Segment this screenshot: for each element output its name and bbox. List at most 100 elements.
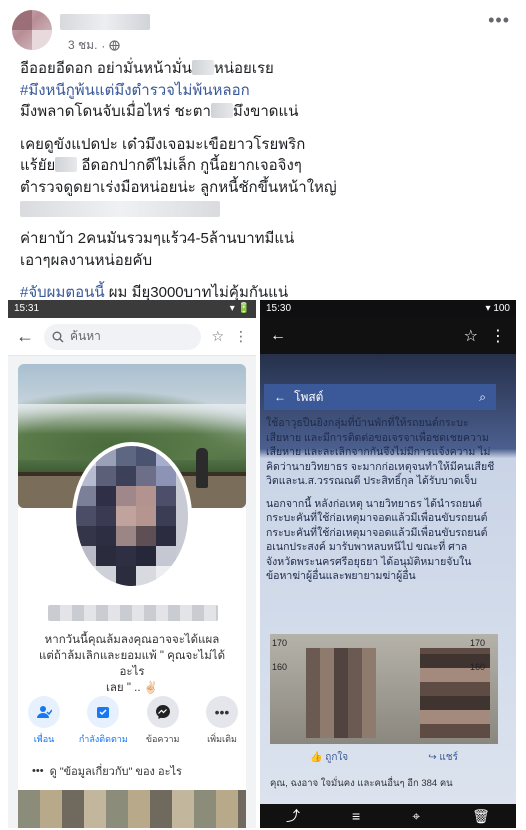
kebab-menu-icon[interactable]: ⋮ xyxy=(490,326,506,346)
back-arrow-icon[interactable]: ← xyxy=(270,327,286,345)
about-link[interactable]: ••• ดู "ข้อมูลเกี่ยวกับ" ของ อะไร xyxy=(32,762,246,780)
scale-mark: 170 xyxy=(470,638,486,648)
scan-icon[interactable]: ⌖ xyxy=(412,808,420,825)
message-label: ข้อความ xyxy=(145,734,180,744)
message-button[interactable]: ข้อความ xyxy=(139,696,187,746)
news-line: ใช้อาวุธปืนยิงกลุ่มที่บ้านพักที่ให้รถยนต… xyxy=(266,417,469,429)
profile-picture-pixelated[interactable] xyxy=(72,442,192,590)
viewer-toolbar: ⤴ ≡ ⌖ 🗑 xyxy=(260,804,516,828)
post-line: มึงพลาดโดนจับเมื่อไหร่ ชะตา xyxy=(20,103,211,120)
about-text: ดู "ข้อมูลเกี่ยวกับ" ของ อะไร xyxy=(49,766,182,778)
post-body: อีออยอีดอก อย่ามั่นหน้ามั่น หน่อยเรย #มึง… xyxy=(20,58,510,315)
post-line: ผม มียุ3000บาทไม่คุ้มกันแน่ xyxy=(104,284,289,301)
reaction-row: 👍 ถูกใจ ↪ แชร์ xyxy=(270,750,498,765)
scale-mark: 160 xyxy=(470,662,486,672)
bio-line: หากวันนี้คุณล้มลงคุณอาจจะได้แผล xyxy=(44,634,220,646)
post-line: เอาๆผลงานหน่อยคับ xyxy=(20,251,153,269)
post-line: เคยดูขังแปดปะ เด๋วมึงเจอมะเขือยาวโรยพริก xyxy=(20,135,306,153)
like-button[interactable]: 👍 ถูกใจ xyxy=(310,750,348,765)
hashtag-link[interactable]: #มึงหนีกูพ้นแต่มึงตำรวจไม่พ้นหลอก xyxy=(20,80,510,102)
share-button[interactable]: ↪ แชร์ xyxy=(428,750,458,765)
messenger-icon xyxy=(155,705,170,719)
news-line: อเนกประสงค์ มารับพาหลบหนีไป ขณะที่ ศาล xyxy=(266,541,468,553)
censor-block xyxy=(55,157,78,172)
news-line: นอกจากนี้ หลังก่อเหตุ นายวิทยาธร ได้นำรถ… xyxy=(266,497,483,510)
scale-mark: 170 xyxy=(272,638,288,648)
news-line: คิดว่านายวิทยาธร จะมากก่อเหตุจนทำให้มีคน… xyxy=(266,460,495,473)
author-avatar[interactable] xyxy=(12,10,52,50)
following-label: กำลังติดตาม xyxy=(78,734,128,744)
back-arrow-icon[interactable]: ← xyxy=(16,326,34,347)
inner-post-bar: ← โพสต์ ⌕ xyxy=(264,384,496,410)
news-line: จังหวัดพระนครศรีอยุธยา ได้อนุมัติหมายจับ… xyxy=(266,555,472,568)
photo-profile-screenshot[interactable]: 15:31 ▾ 🔋 ← ค้นหา ☆ ⋮ หากวันนี้คุณล้มลงค… xyxy=(8,300,256,828)
status-time: 15:31 xyxy=(14,303,40,314)
status-time: 15:30 xyxy=(266,303,292,314)
friends-button[interactable]: เพื่อน xyxy=(20,696,68,746)
globe-icon xyxy=(109,40,121,51)
hashtag-link[interactable]: #จับผมตอนนี้ xyxy=(20,284,105,301)
search-input[interactable]: ค้นหา xyxy=(44,323,202,350)
news-line: วิตและน.ส.วรรณณดี ประสิทธิ์กุล ได้รับบาด… xyxy=(266,475,477,487)
following-icon xyxy=(97,707,110,718)
status-bar: 15:31 ▾ 🔋 xyxy=(8,300,256,318)
inner-back-icon: ← xyxy=(274,390,286,404)
post-line: อีดอกปากดีไม่เล็ก กูนี้อยากเจอจิงๆ xyxy=(77,157,302,174)
profile-name-blurred xyxy=(48,605,218,621)
star-icon[interactable]: ☆ xyxy=(211,328,224,345)
censor-block xyxy=(210,103,233,118)
post-line: หน่อยเรย xyxy=(213,60,274,77)
post-line: อีออยอีดอก อย่ามั่นหน้ามั่น xyxy=(20,60,192,77)
news-photo: ← โพสต์ ⌕ ใช้อาวุธปืนยิงกลุ่มที่บ้านพักที… xyxy=(260,354,516,828)
status-icons: ▾ 🔋 xyxy=(229,303,250,314)
status-bar: 15:30 ▾ 100 xyxy=(260,300,516,318)
profile-bio: หากวันนี้คุณล้มลงคุณอาจจะได้แผล แต่ถ้าล้… xyxy=(32,632,232,696)
inner-title: โพสต์ xyxy=(294,389,324,404)
viewer-topbar: ← ☆ ⋮ xyxy=(260,318,516,354)
following-button[interactable]: กำลังติดตาม xyxy=(78,696,128,746)
status-icons: ▾ 100 xyxy=(485,303,510,314)
author-name-blurred[interactable] xyxy=(60,14,150,30)
censor-line xyxy=(20,201,220,217)
more-button[interactable]: ••• เพิ่มเติม xyxy=(198,696,246,746)
post-meta: 3 ชม. · xyxy=(68,36,121,55)
trash-icon[interactable]: 🗑 xyxy=(472,808,490,825)
star-icon[interactable]: ☆ xyxy=(464,326,478,346)
more-options-button[interactable]: ••• xyxy=(488,10,510,31)
share-icon[interactable]: ⤴ xyxy=(286,806,300,826)
profile-actions: เพื่อน กำลังติดตาม ข้อความ ••• เพิ่มเติม xyxy=(20,696,246,746)
news-line: เสียหาย และละเลิกจากกันจึงไม่มีการแจ้งคว… xyxy=(266,446,491,458)
post-line: ตำรวจดูดยาเร่งมือหน่อยน่ะ ลูกหนี้ชักขึ้น… xyxy=(20,178,337,196)
post-line: แร้ยัย xyxy=(20,157,56,174)
censor-block xyxy=(191,60,214,75)
search-icon xyxy=(52,331,64,342)
adjust-icon[interactable]: ≡ xyxy=(352,808,360,824)
mugshot-pixelated: 170 160 170 160 xyxy=(270,634,498,744)
search-placeholder: ค้นหา xyxy=(70,329,101,343)
search-bar: ← ค้นหา ☆ ⋮ xyxy=(8,318,256,356)
like-summary: คุณ, ฉงอาจ ใจมั่นคง และคนอื่นๆ อีก 384 ค… xyxy=(270,778,453,789)
bio-line: แต่ถ้าล้มเลิกและยอมแพ้ " คุณจะไม่ได้อะไร xyxy=(38,650,226,678)
news-line: กระบะคันที่ใช้ก่อเหตุมาจอดแล้วมีเพื่อนขั… xyxy=(266,526,488,539)
news-line: เสียหาย และมีการติดต่อขอเจรจาเพื่อชดเชยค… xyxy=(266,431,489,444)
more-label: เพิ่มเติม xyxy=(207,734,237,744)
bio-line: เลย " .. ✌🏻 xyxy=(105,682,159,694)
share-arrow-icon: ↪ xyxy=(428,752,437,763)
thumbs-up-icon: 👍 xyxy=(310,752,323,763)
scale-mark: 160 xyxy=(272,662,288,672)
photo-news-screenshot[interactable]: 15:30 ▾ 100 ← ☆ ⋮ ← โพสต์ ⌕ ใช้อาวุธปืนยิง… xyxy=(260,300,516,828)
ellipsis-icon: ••• xyxy=(32,765,44,777)
post-header: 3 ชม. · ••• xyxy=(0,0,526,56)
blurred-photo-strip xyxy=(18,790,246,828)
more-icon: ••• xyxy=(214,704,230,720)
inner-search-icon: ⌕ xyxy=(479,389,486,404)
photo-grid: 15:31 ▾ 🔋 ← ค้นหา ☆ ⋮ หากวันนี้คุณล้มลงค… xyxy=(8,300,518,830)
friends-label: เพื่อน xyxy=(33,734,55,744)
post-time[interactable]: 3 ชม. xyxy=(68,36,97,55)
post-line: ค่ายาบ้า 2คนมันรวมๆแร้ว4-5ล้านบาทมีแน่ xyxy=(20,230,295,247)
news-text: ใช้อาวุธปืนยิงกลุ่มที่บ้านพักที่ให้รถยนต… xyxy=(266,416,502,592)
post-line: มึงขาดแน่ xyxy=(232,103,299,120)
friend-icon xyxy=(37,706,52,718)
kebab-menu-icon[interactable]: ⋮ xyxy=(234,328,248,345)
news-line: ข้อหาฆ่าผู้อื่นและพยายามฆ่าผู้อื่น xyxy=(266,570,416,582)
